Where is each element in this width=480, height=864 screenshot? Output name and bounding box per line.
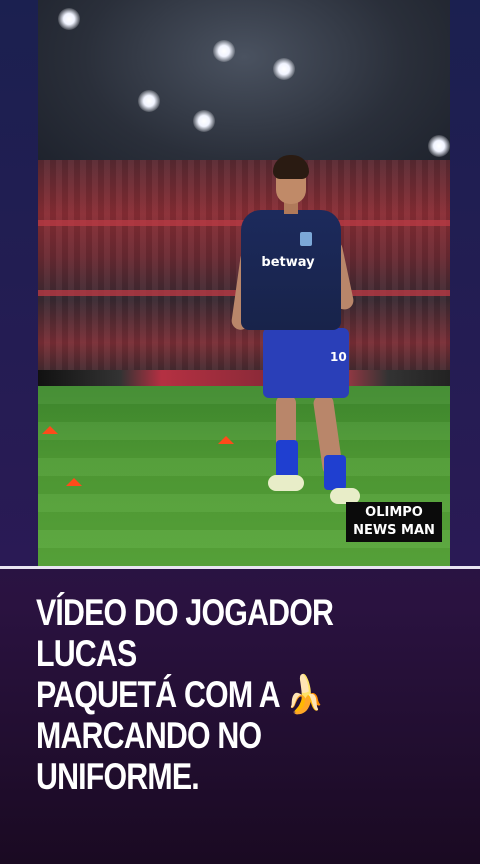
player-figure: 10 betway [230,150,378,510]
channel-watermark: OLIMPO NEWS MAN [346,502,442,542]
video-player[interactable]: 10 betway OLIMPO NEWS MAN [38,0,450,566]
caption-line-2: PAQUETÁ COM A 🍌 [36,674,380,715]
caption-line-1: VÍDEO DO JOGADOR LUCAS [36,592,334,674]
shorts-number: 10 [330,350,347,364]
post-caption: VÍDEO DO JOGADOR LUCAS PAQUETÁ COM A 🍌 M… [36,592,380,797]
caption-line-2-text: PAQUETÁ COM A [36,674,280,715]
right-frame-bar [450,0,480,566]
caption-line-3: MARCANDO NO UNIFORME. [36,715,262,797]
player-shirt [241,210,341,330]
watermark-line-2: NEWS MAN [353,523,435,538]
shirt-sponsor: betway [261,255,315,270]
left-frame-bar [0,0,38,566]
divider-line [0,566,480,569]
banana-emoji-icon: 🍌 [286,673,324,716]
club-crest-icon [300,232,312,246]
watermark-line-1: OLIMPO [365,505,423,520]
